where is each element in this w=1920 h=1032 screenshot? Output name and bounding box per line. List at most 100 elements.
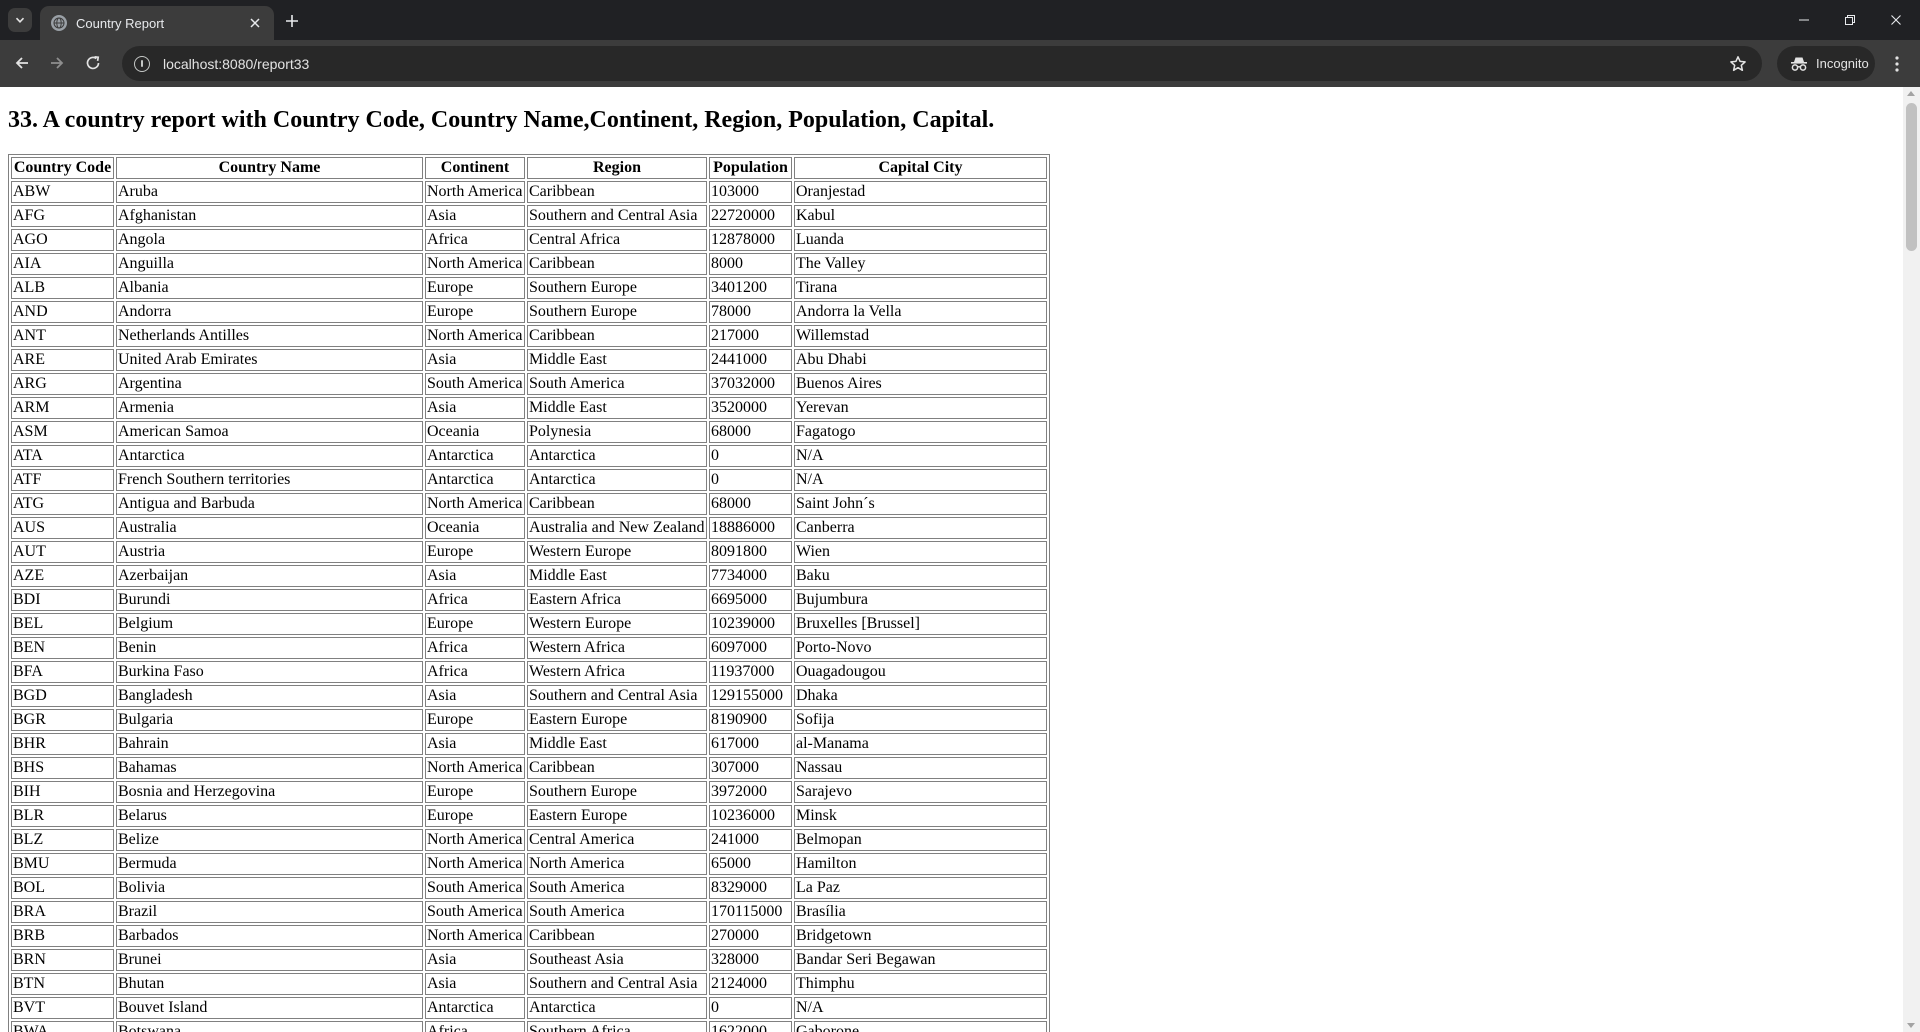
cell-capital-city: Saint John´s <box>794 493 1047 515</box>
cell-population: 617000 <box>709 733 792 755</box>
table-row: BGD Bangladesh Asia Southern and Central As… <box>11 685 1047 707</box>
cell-country-name: Belize <box>116 829 423 851</box>
cell-population: 8091800 <box>709 541 792 563</box>
star-icon[interactable] <box>1728 54 1748 74</box>
vertical-scrollbar[interactable] <box>1903 87 1920 1032</box>
cell-capital-city: Kabul <box>794 205 1047 227</box>
cell-country-name: Brunei <box>116 949 423 971</box>
browser-menu-button[interactable] <box>1886 52 1908 76</box>
cell-population: 270000 <box>709 925 792 947</box>
cell-region: Southern Europe <box>527 781 707 803</box>
cell-capital-city: La Paz <box>794 877 1047 899</box>
cell-continent: Asia <box>425 565 525 587</box>
cell-region: Caribbean <box>527 757 707 779</box>
scrollbar-thumb[interactable] <box>1906 103 1917 251</box>
table-row: BFA Burkina Faso Africa Western Africa 11937… <box>11 661 1047 683</box>
cell-capital-city: al-Manama <box>794 733 1047 755</box>
cell-population: 12878000 <box>709 229 792 251</box>
table-row: BWA Botswana Africa Southern Africa 1622000 G… <box>11 1021 1047 1032</box>
cell-population: 307000 <box>709 757 792 779</box>
page-title: 33. A country report with Country Code, … <box>8 107 995 133</box>
incognito-indicator[interactable]: Incognito <box>1777 46 1875 81</box>
country-report-table: Country Code Country Name Continent Region P… <box>8 154 1050 1032</box>
cell-population: 37032000 <box>709 373 792 395</box>
cell-population: 0 <box>709 997 792 1019</box>
cell-country-code: ARG <box>11 373 114 395</box>
cell-continent: Antarctica <box>425 469 525 491</box>
scroll-down-arrow-icon[interactable] <box>1907 1023 1915 1028</box>
url-text[interactable]: localhost:8080/report33 <box>163 56 309 72</box>
cell-country-code: BOL <box>11 877 114 899</box>
cell-country-code: BRA <box>11 901 114 923</box>
cell-capital-city: Gaborone <box>794 1021 1047 1032</box>
cell-continent: Africa <box>425 661 525 683</box>
cell-capital-city: Thimphu <box>794 973 1047 995</box>
browser-toolbar: localhost:8080/report33 Incognito <box>0 40 1920 87</box>
cell-country-name: Azerbaijan <box>116 565 423 587</box>
column-header-country-name: Country Name <box>116 157 423 179</box>
cell-continent: Asia <box>425 973 525 995</box>
cell-population: 0 <box>709 445 792 467</box>
cell-region: Australia and New Zealand <box>527 517 707 539</box>
cell-country-name: Angola <box>116 229 423 251</box>
close-icon[interactable] <box>246 14 264 32</box>
cell-capital-city: Buenos Aires <box>794 373 1047 395</box>
table-row: BHS Bahamas North America Caribbean 307000 Na… <box>11 757 1047 779</box>
cell-country-code: BFA <box>11 661 114 683</box>
table-row: BEN Benin Africa Western Africa 6097000 Porto… <box>11 637 1047 659</box>
cell-population: 10236000 <box>709 805 792 827</box>
window-close-button[interactable] <box>1874 5 1918 35</box>
cell-capital-city: N/A <box>794 997 1047 1019</box>
cell-country-name: Barbados <box>116 925 423 947</box>
cell-country-name: Armenia <box>116 397 423 419</box>
info-icon[interactable] <box>134 55 150 72</box>
minimize-button[interactable] <box>1782 5 1826 35</box>
cell-population: 8190900 <box>709 709 792 731</box>
cell-country-code: ATA <box>11 445 114 467</box>
cell-country-code: AIA <box>11 253 114 275</box>
cell-country-name: Belarus <box>116 805 423 827</box>
cell-population: 65000 <box>709 853 792 875</box>
cell-population: 3520000 <box>709 397 792 419</box>
cell-region: Western Europe <box>527 613 707 635</box>
cell-country-name: Bahamas <box>116 757 423 779</box>
cell-continent: North America <box>425 493 525 515</box>
cell-country-name: Bermuda <box>116 853 423 875</box>
cell-region: South America <box>527 373 707 395</box>
cell-country-name: Antigua and Barbuda <box>116 493 423 515</box>
table-row: BTN Bhutan Asia Southern and Central Asia 21… <box>11 973 1047 995</box>
forward-button[interactable] <box>45 51 69 75</box>
cell-country-code: ATF <box>11 469 114 491</box>
tab-search-button[interactable] <box>8 8 32 32</box>
cell-continent: Asia <box>425 205 525 227</box>
cell-population: 2441000 <box>709 349 792 371</box>
column-header-country-code: Country Code <box>11 157 114 179</box>
restore-button[interactable] <box>1828 5 1872 35</box>
tab-country-report[interactable]: Country Report <box>40 6 274 40</box>
cell-capital-city: Bujumbura <box>794 589 1047 611</box>
cell-region: Southern and Central Asia <box>527 205 707 227</box>
new-tab-button[interactable] <box>280 9 304 33</box>
cell-region: Southern and Central Asia <box>527 685 707 707</box>
cell-country-code: BLZ <box>11 829 114 851</box>
cell-region: Eastern Europe <box>527 805 707 827</box>
cell-population: 78000 <box>709 301 792 323</box>
cell-capital-city: Tirana <box>794 277 1047 299</box>
address-bar[interactable]: localhost:8080/report33 <box>122 46 1762 81</box>
cell-region: Caribbean <box>527 253 707 275</box>
reload-button[interactable] <box>81 51 105 75</box>
cell-country-code: AZE <box>11 565 114 587</box>
cell-country-code: AUS <box>11 517 114 539</box>
cell-continent: Asia <box>425 949 525 971</box>
back-button[interactable] <box>10 51 34 75</box>
table-row: BGR Bulgaria Europe Eastern Europe 8190900 So… <box>11 709 1047 731</box>
cell-country-code: BEL <box>11 613 114 635</box>
cell-capital-city: Willemstad <box>794 325 1047 347</box>
more-vertical-icon <box>1895 56 1899 72</box>
scroll-up-arrow-icon[interactable] <box>1907 91 1915 96</box>
table-row: ATA Antarctica Antarctica Antarctica 0 N/A <box>11 445 1047 467</box>
browser-tab-bar: Country Report <box>0 0 1920 40</box>
cell-country-code: BWA <box>11 1021 114 1032</box>
table-row: BIH Bosnia and Herzegovina Europe Southern … <box>11 781 1047 803</box>
cell-region: Middle East <box>527 733 707 755</box>
